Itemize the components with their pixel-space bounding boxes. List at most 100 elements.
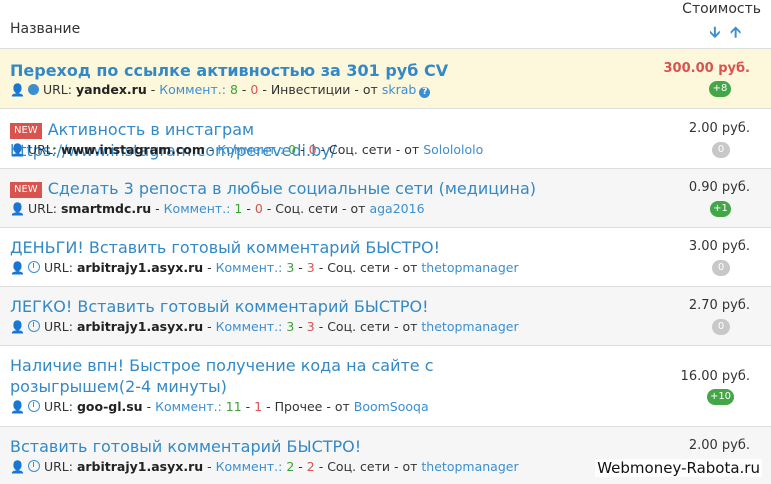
negative-count: 2 — [306, 459, 315, 474]
clock-icon — [27, 261, 40, 273]
user-icon: 👤 — [10, 83, 25, 97]
author-link[interactable]: aga2016 — [369, 201, 424, 216]
separator: - — [241, 82, 247, 97]
task-meta: 👤 URL: arbitrajy1.asyx.ru - Коммент.: 2 -… — [10, 459, 519, 474]
task-row: NEW Сделать 3 репоста в любые социальные … — [0, 169, 771, 228]
sort-controls: 🡫 🡩 — [699, 22, 741, 47]
task-meta: 👤 URL: smartmdc.ru - Коммент.: 1 - 0 - Со… — [10, 201, 425, 216]
task-price: 300.00 руб. — [663, 61, 751, 76]
bonus-badge: +1 — [710, 201, 731, 217]
user-icon: 👤 — [10, 460, 25, 474]
positive-count: 8 — [229, 82, 238, 97]
task-price: 0.90 руб. — [688, 180, 750, 195]
bonus-badge: +10 — [707, 389, 734, 405]
clock-icon — [27, 400, 40, 412]
url-label: URL: — [43, 459, 73, 474]
task-price: 2.00 руб. — [688, 121, 750, 136]
comments-link[interactable]: Коммент.: — [164, 201, 231, 216]
author-link[interactable]: thetopmanager — [421, 260, 518, 275]
comments-link[interactable]: Коммент.: — [217, 142, 284, 157]
separator: - — [298, 260, 303, 275]
task-row: NEW Активность в инстаграм https://www.in… — [0, 109, 771, 169]
separator: - — [207, 319, 212, 334]
task-meta: 👤 URL: goo-gl.su - Коммент.: 11 - 1 - Про… — [10, 399, 429, 414]
separator: - — [246, 201, 251, 216]
separator: - — [300, 142, 305, 157]
separator: - — [207, 459, 212, 474]
new-badge: NEW — [10, 182, 42, 198]
author-link[interactable]: thetopmanager — [421, 459, 518, 474]
task-row: ЛЕГКО! Вставить готовый комментарий БЫСТ… — [0, 287, 771, 346]
task-row: Наличие впн! Быстрое получение кода на с… — [0, 346, 771, 427]
user-icon: 👤 — [10, 261, 25, 275]
separator: - — [298, 459, 303, 474]
task-domain: yandex.ru — [75, 82, 147, 97]
task-category: Соц. сети — [275, 201, 339, 216]
positive-count: 0 — [288, 142, 297, 157]
task-title-link[interactable]: ЛЕГКО! Вставить готовый комментарий БЫСТ… — [10, 296, 570, 317]
task-category: Соц. сети — [329, 142, 392, 157]
url-label: URL: — [27, 142, 57, 157]
sort-asc-icon[interactable]: 🡩 — [730, 23, 741, 41]
task-title-link[interactable]: Наличие впн! Быстрое получение кода на с… — [10, 355, 550, 397]
author-link[interactable]: thetopmanager — [421, 319, 518, 334]
negative-count: 1 — [254, 399, 263, 414]
author-link[interactable]: BoomSooqa — [354, 399, 429, 414]
sort-desc-icon[interactable]: 🡫 — [709, 23, 720, 41]
bonus-badge: +8 — [709, 81, 731, 97]
positive-count: 1 — [234, 201, 243, 216]
task-meta: 👤 URL: www.instagram.com - Коммент.: 0 - … — [10, 142, 483, 157]
task-title-link[interactable]: NEW Сделать 3 репоста в любые социальные … — [10, 178, 570, 199]
task-category: Соц. сети — [327, 319, 391, 334]
negative-count: 0 — [308, 142, 317, 157]
task-meta: 👤 URL: arbitrajy1.asyx.ru - Коммент.: 3 -… — [10, 260, 519, 275]
separator: - — [208, 142, 214, 157]
comments-link[interactable]: Коммент.: — [216, 459, 283, 474]
user-icon: 👤 — [10, 143, 25, 157]
separator: - — [245, 399, 251, 414]
task-title-link[interactable]: Вставить готовый комментарий БЫСТРО! — [10, 436, 570, 457]
separator: - — [155, 201, 160, 216]
url-label: URL: — [43, 260, 73, 275]
separator: - от — [342, 201, 366, 216]
author-link[interactable]: skrab — [382, 82, 417, 97]
separator: - — [320, 142, 326, 157]
task-category: Прочее — [274, 399, 323, 414]
separator: - — [266, 201, 272, 216]
task-domain: arbitrajy1.asyx.ru — [76, 260, 204, 275]
comments-link[interactable]: Коммент.: — [216, 260, 283, 275]
column-name-header: Название — [10, 21, 81, 37]
comments-link[interactable]: Коммент.: — [216, 319, 283, 334]
separator: - — [266, 399, 271, 414]
bonus-badge: 0 — [712, 319, 730, 335]
separator: - — [298, 319, 303, 334]
positive-count: 11 — [225, 399, 242, 414]
positive-count: 3 — [286, 260, 295, 275]
separator: - — [318, 459, 324, 474]
comments-link[interactable]: Коммент.: — [159, 82, 226, 97]
table-header: Название Стоимость 🡫 🡩 — [0, 0, 771, 49]
task-row-featured: Переход по ссылке активностью за 301 руб… — [0, 49, 771, 109]
task-title-text: Сделать 3 репоста в любые социальные сет… — [47, 179, 537, 198]
clock-icon — [27, 460, 40, 472]
negative-count: 0 — [250, 82, 259, 97]
separator: - — [318, 260, 324, 275]
task-title-link[interactable]: ДЕНЬГИ! Вставить готовый комментарий БЫС… — [10, 237, 570, 258]
watermark: Webmoney-Rabota.ru — [595, 459, 762, 477]
help-icon[interactable]: ? — [419, 87, 431, 98]
task-category: Соц. сети — [327, 260, 391, 275]
url-label: URL: — [27, 201, 57, 216]
task-domain: www.instagram.com — [60, 142, 205, 157]
globe-icon — [27, 84, 39, 95]
negative-count: 0 — [254, 201, 263, 216]
task-title-link[interactable]: Переход по ссылке активностью за 301 руб… — [10, 60, 570, 81]
new-badge: NEW — [10, 123, 42, 139]
bonus-badge: 0 — [712, 260, 730, 276]
url-label: URL: — [43, 399, 73, 414]
comments-link[interactable]: Коммент.: — [155, 399, 222, 414]
task-price: 16.00 руб. — [680, 369, 750, 384]
column-cost-header: Стоимость — [682, 1, 761, 17]
author-link[interactable]: Sololololo — [423, 142, 483, 157]
positive-count: 2 — [286, 459, 295, 474]
task-category: Соц. сети — [327, 459, 391, 474]
